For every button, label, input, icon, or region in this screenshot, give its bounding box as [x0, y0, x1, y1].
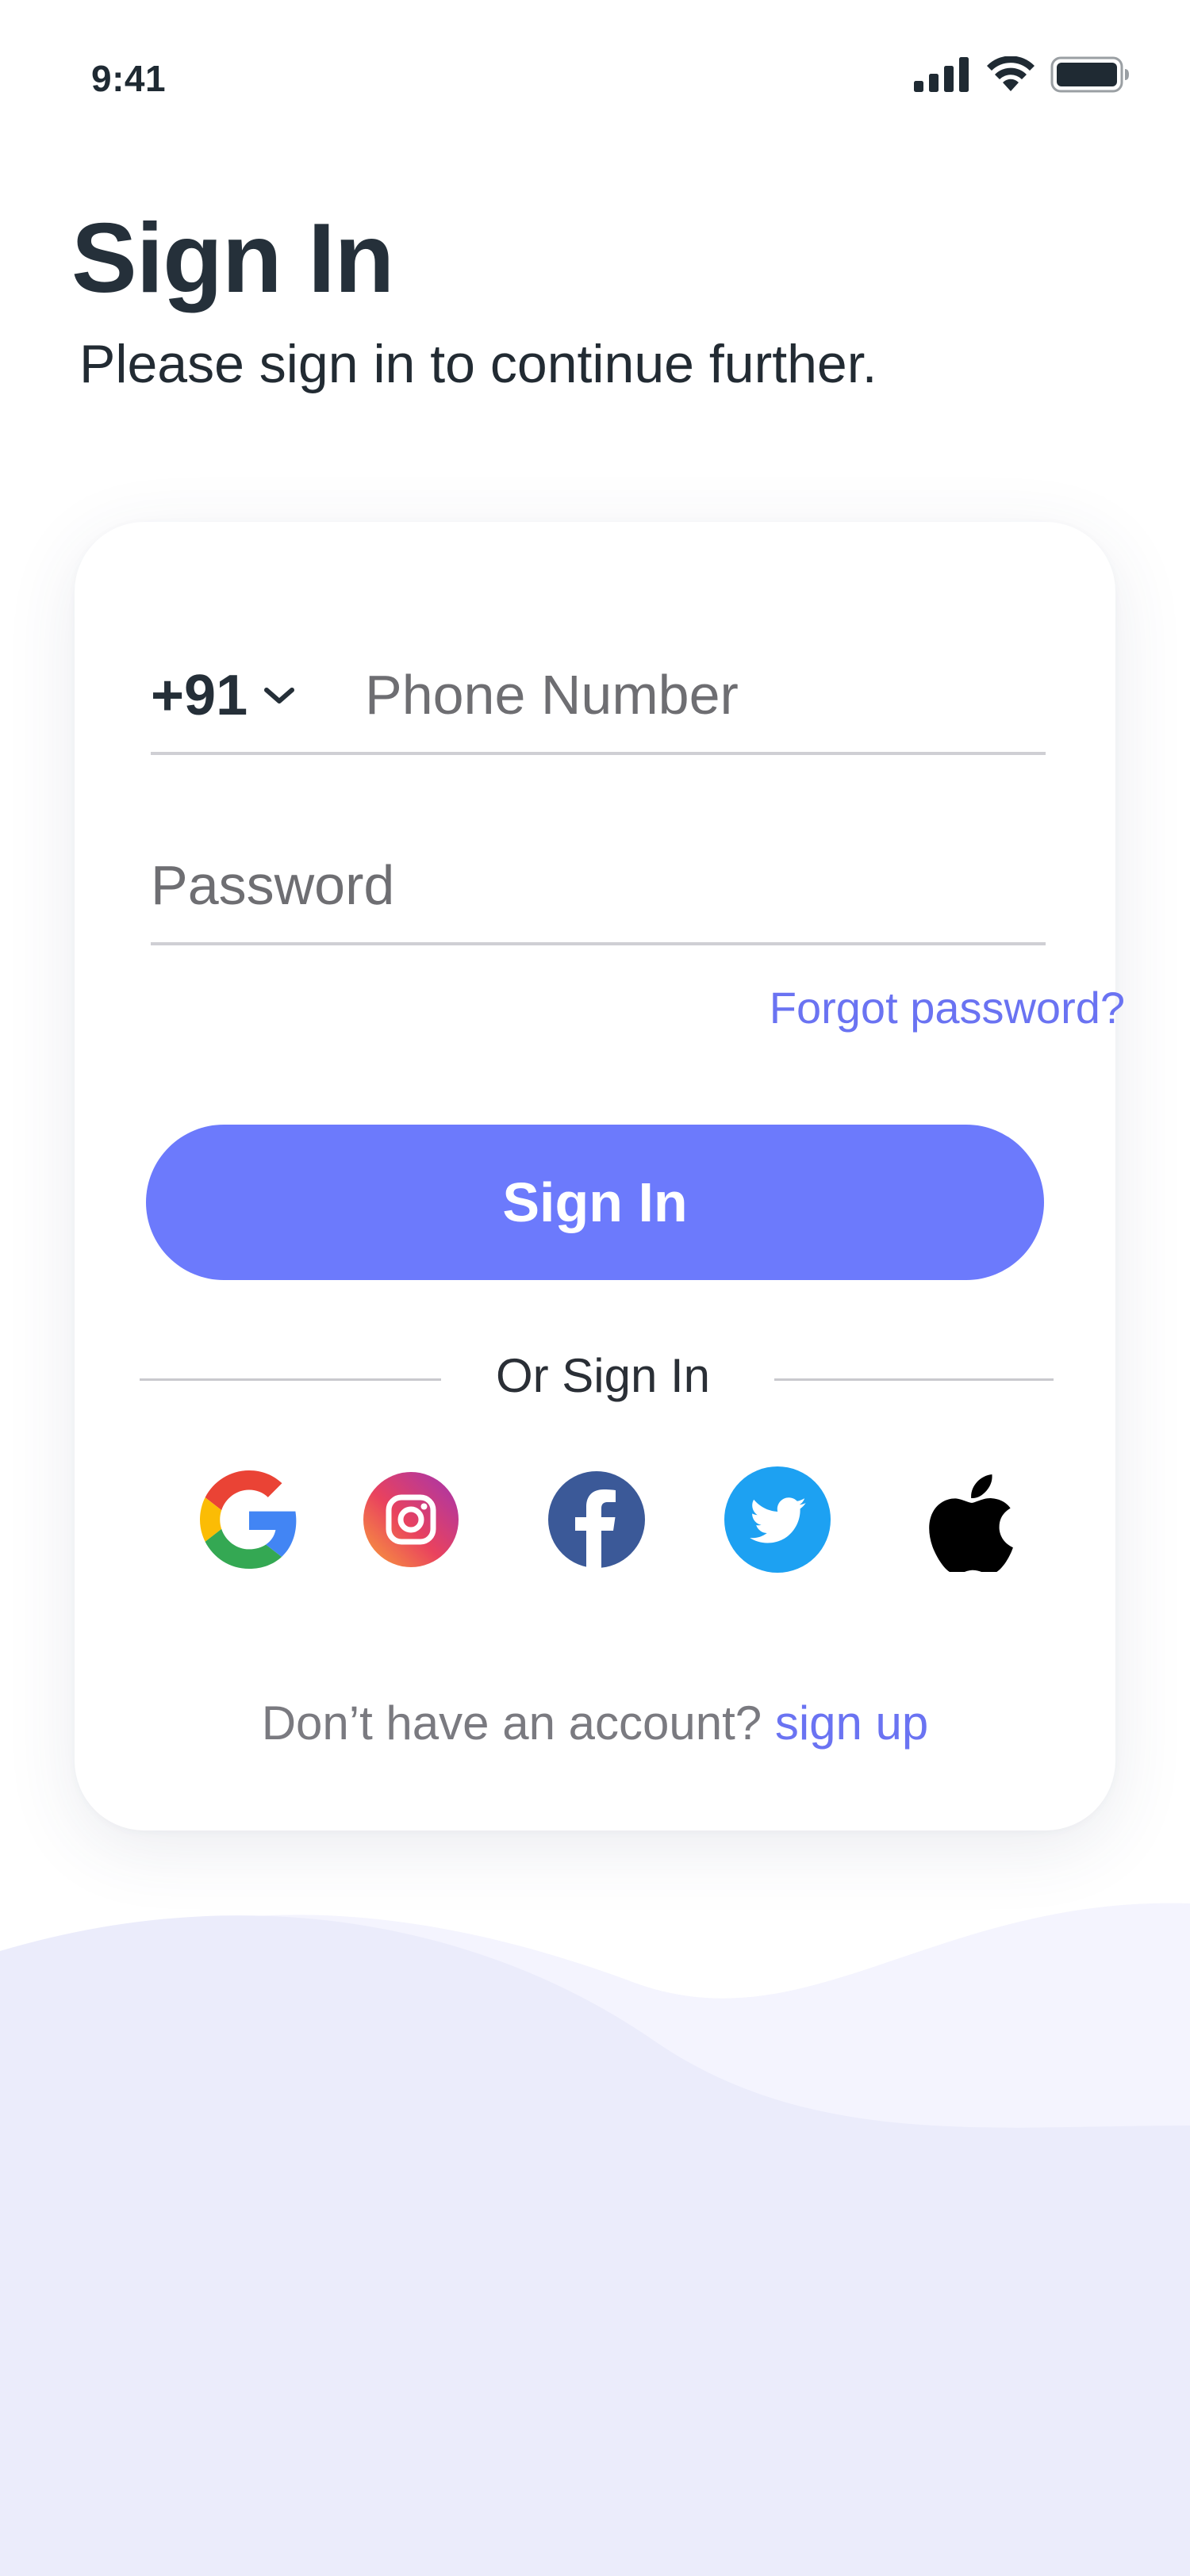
forgot-password-link[interactable]: Forgot password? [770, 982, 1125, 1033]
or-sign-in-divider: Or Sign In [140, 1339, 1054, 1410]
instagram-icon [363, 1472, 459, 1567]
twitter-icon [724, 1466, 831, 1573]
divider-label: Or Sign In [495, 1349, 711, 1402]
phone-field-row: +91 [151, 641, 1046, 755]
status-icons [914, 52, 1130, 97]
instagram-login-button[interactable] [355, 1464, 466, 1575]
password-field-row [151, 831, 1046, 945]
status-time: 9:41 [91, 58, 167, 99]
sign-in-screen: 9:41 Sign In Please sign in to continue … [0, 0, 1190, 2576]
google-icon [200, 1470, 297, 1569]
google-login-button[interactable] [194, 1464, 305, 1575]
page-subtitle: Please sign in to continue further. [79, 334, 877, 394]
page-title: Sign In [71, 204, 394, 313]
chevron-down-icon [264, 688, 295, 703]
phone-input[interactable] [365, 655, 1039, 734]
country-code-label: +91 [151, 664, 248, 727]
apple-login-button[interactable] [916, 1464, 1027, 1575]
twitter-login-button[interactable] [722, 1464, 833, 1575]
sign-up-link[interactable]: sign up [775, 1696, 928, 1750]
battery-icon [1050, 56, 1129, 93]
sign-in-button[interactable]: Sign In [146, 1125, 1044, 1280]
wifi-icon [987, 56, 1035, 91]
sign-in-card: +91 Forgot password? Sign In Or Sign In [75, 522, 1125, 1830]
apple-icon [929, 1474, 1013, 1572]
signup-prompt-text: Don’t have an account? [261, 1696, 762, 1750]
country-code-selector[interactable]: +91 [151, 663, 300, 728]
social-login-row [75, 1464, 1115, 1583]
facebook-login-button[interactable] [541, 1464, 652, 1575]
divider-line-right [774, 1378, 1054, 1381]
cellular-signal-icon [914, 57, 969, 92]
signup-prompt-row: Don’t have an account? sign up [75, 1696, 1115, 1750]
password-input[interactable] [151, 845, 1046, 925]
facebook-icon [548, 1471, 645, 1569]
background-waves [0, 1903, 1190, 2576]
